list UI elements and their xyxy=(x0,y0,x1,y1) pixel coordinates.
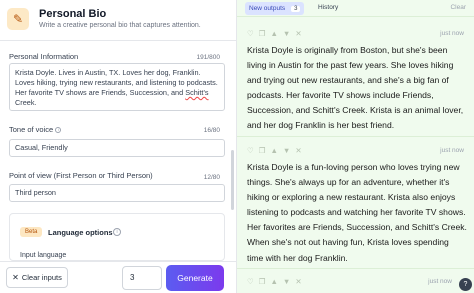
trash-icon[interactable]: ✕ xyxy=(295,30,301,38)
tab-history[interactable]: History xyxy=(318,4,338,11)
header-divider xyxy=(0,40,236,41)
info-icon[interactable]: i xyxy=(55,127,62,134)
language-options-title: Language options xyxy=(48,228,113,237)
copy-icon[interactable]: ❐ xyxy=(259,30,266,38)
pov-input[interactable]: Third person xyxy=(9,184,225,202)
output-text: Krista Doyle is originally from Boston, … xyxy=(247,45,464,131)
output-timestamp: just now xyxy=(440,30,464,37)
clear-inputs-button[interactable]: ✕ Clear inputs xyxy=(6,267,68,288)
help-icon[interactable]: ? xyxy=(459,278,472,291)
output-timestamp: just now xyxy=(428,278,452,285)
personal-info-count: 191/800 xyxy=(196,54,221,61)
heart-icon[interactable]: ♡ xyxy=(247,147,254,155)
output-quantity-input[interactable]: 3 xyxy=(122,266,162,290)
personal-info-text-end: Creek. xyxy=(15,98,37,107)
output-actions: ♡ ❐ ▲ ▼ ✕ xyxy=(247,30,302,38)
info-icon[interactable]: i xyxy=(113,228,121,236)
page-title: Personal Bio xyxy=(39,7,107,20)
page-subtitle: Write a creative personal bio that captu… xyxy=(39,21,201,29)
tone-count: 16/80 xyxy=(203,127,220,134)
pov-count: 12/80 xyxy=(203,174,220,181)
thumbs-up-icon[interactable]: ▲ xyxy=(270,278,277,286)
misspelled-word: Schitt's xyxy=(185,88,209,97)
input-panel: ✎ Personal Bio Write a creative personal… xyxy=(0,0,237,293)
output-panel: New outputs 3 History Clear ♡ ❐ ▲ ▼ ✕ jus… xyxy=(237,0,474,293)
copy-icon[interactable]: ❐ xyxy=(259,147,266,155)
output-actions: ♡ ❐ ▲ ▼ ✕ xyxy=(247,278,302,286)
action-bar: ✕ Clear inputs 3 Generate xyxy=(0,261,236,293)
pov-label: Point of view (First Person or Third Per… xyxy=(9,171,153,180)
output-divider xyxy=(237,136,474,137)
output-actions: ♡ ❐ ▲ ▼ ✕ xyxy=(247,147,302,155)
close-icon: ✕ xyxy=(12,273,19,282)
trash-icon[interactable]: ✕ xyxy=(295,147,301,155)
output-tabs: New outputs 3 History Clear xyxy=(237,0,474,17)
heart-icon[interactable]: ♡ xyxy=(247,30,254,38)
output-toolbar: ♡ ❐ ▲ ▼ ✕ just now xyxy=(237,143,474,159)
scrollbar[interactable] xyxy=(231,150,234,210)
output-text: Krista Doyle is a fun-loving person who … xyxy=(247,162,467,263)
personal-info-textarea[interactable]: Krista Doyle. Lives in Austin, TX. Loves… xyxy=(9,63,225,111)
copy-icon[interactable]: ❐ xyxy=(259,278,266,286)
clear-inputs-label: Clear inputs xyxy=(21,273,62,282)
thumbs-up-icon[interactable]: ▲ xyxy=(270,30,277,38)
clear-outputs-link[interactable]: Clear xyxy=(450,4,466,11)
thumbs-down-icon[interactable]: ▼ xyxy=(283,278,290,286)
tab-new-outputs[interactable]: New outputs 3 xyxy=(245,2,305,15)
input-language-label: Input language xyxy=(20,252,67,259)
personal-info-label: Personal Information xyxy=(9,52,79,61)
generate-button[interactable]: Generate xyxy=(166,265,224,291)
language-options-section[interactable]: Beta Language options i Input language xyxy=(9,213,225,261)
output-timestamp: just now xyxy=(440,147,464,154)
pencil-icon: ✎ xyxy=(7,8,29,30)
thumbs-down-icon[interactable]: ▼ xyxy=(283,147,290,155)
thumbs-down-icon[interactable]: ▼ xyxy=(283,30,290,38)
tone-label-text: Tone of voice xyxy=(9,125,54,134)
trash-icon[interactable]: ✕ xyxy=(295,278,301,286)
output-toolbar: ♡ ❐ ▲ ▼ ✕ just now xyxy=(237,274,474,290)
beta-badge: Beta xyxy=(20,227,43,237)
output-divider xyxy=(237,268,474,269)
new-outputs-count: 3 xyxy=(291,5,301,12)
heart-icon[interactable]: ♡ xyxy=(247,278,254,286)
tone-label: Tone of voice i xyxy=(9,125,62,134)
app-header: ✎ Personal Bio Write a creative personal… xyxy=(7,5,201,33)
tab-new-outputs-label: New outputs xyxy=(249,5,286,12)
output-toolbar: ♡ ❐ ▲ ▼ ✕ just now xyxy=(237,26,474,42)
thumbs-up-icon[interactable]: ▲ xyxy=(270,147,277,155)
tone-input[interactable]: Casual, Friendly xyxy=(9,139,225,157)
